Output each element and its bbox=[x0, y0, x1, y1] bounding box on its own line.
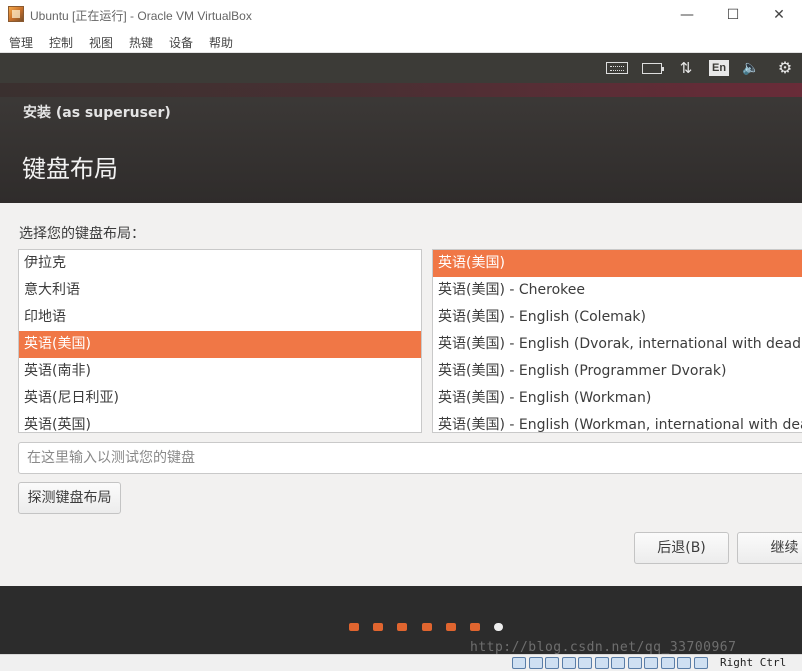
vbox-menubar: 管理 控制 视图 热键 设备 帮助 bbox=[0, 30, 802, 53]
detect-layout-button[interactable]: 探测键盘布局 bbox=[18, 482, 121, 514]
gear-icon[interactable]: ⚙ bbox=[774, 53, 796, 83]
list-item[interactable]: 英语(美国) - English (Colemak) bbox=[433, 304, 802, 331]
window-title: Ubuntu [正在运行] - Oracle VM VirtualBox bbox=[30, 9, 252, 23]
list-item[interactable]: 英语(美国) - English (Dvorak, international … bbox=[433, 331, 802, 358]
window-titlebar: Ubuntu [正在运行] - Oracle VM VirtualBox — ☐… bbox=[0, 0, 802, 30]
layout-prompt: 选择您的键盘布局： bbox=[19, 226, 145, 242]
status-device-icon[interactable] bbox=[677, 657, 691, 669]
layout-language-list[interactable]: 伊拉克 意大利语 印地语 英语(美国) 英语(南非) 英语(尼日利亚) 英语(英… bbox=[18, 249, 422, 433]
status-device-icon[interactable] bbox=[611, 657, 625, 669]
progress-dot bbox=[494, 623, 504, 631]
network-icon[interactable]: ⇅ bbox=[676, 53, 696, 83]
list-item[interactable]: 英语(美国) - English (Workman) bbox=[433, 385, 802, 412]
list-item[interactable]: 英语(美国) - Cherokee bbox=[433, 277, 802, 304]
host-key-label: Right Ctrl bbox=[720, 656, 787, 669]
installer-subtitle: 安装 (as superuser) bbox=[23, 105, 171, 121]
battery-icon[interactable] bbox=[640, 53, 664, 83]
installer-header: 安装 (as superuser) 键盘布局 bbox=[0, 83, 802, 203]
list-item[interactable]: 伊拉克 bbox=[19, 250, 421, 277]
progress-dot bbox=[421, 623, 432, 631]
vbox-statusbar: Right Ctrl bbox=[0, 654, 802, 671]
language-indicator[interactable]: En bbox=[709, 53, 730, 83]
progress-dot bbox=[445, 623, 456, 631]
progress-dot bbox=[349, 623, 359, 631]
list-item[interactable]: 英语(美国) - English (Programmer Dvorak) bbox=[433, 358, 802, 385]
list-item[interactable]: 英语(美国) bbox=[19, 331, 421, 358]
status-device-icon[interactable] bbox=[594, 657, 609, 669]
virtualbox-app-icon bbox=[8, 6, 24, 22]
list-item[interactable]: 英语(英国) bbox=[19, 412, 421, 432]
list-item[interactable]: 英语(美国) - English (Workman, international… bbox=[433, 412, 802, 432]
layout-variant-list[interactable]: 英语(美国) 英语(美国) - Cherokee 英语(美国) - Englis… bbox=[432, 249, 802, 433]
menu-view[interactable]: 视图 bbox=[89, 34, 113, 51]
status-device-icon[interactable] bbox=[627, 657, 642, 669]
maximize-button[interactable]: ☐ bbox=[710, 0, 756, 30]
page-title: 键盘布局 bbox=[22, 155, 118, 183]
status-device-icon[interactable] bbox=[528, 657, 543, 669]
status-device-icon[interactable] bbox=[561, 657, 576, 669]
progress-dot bbox=[373, 623, 384, 631]
status-device-icon[interactable] bbox=[578, 657, 592, 669]
menu-hotkey[interactable]: 热键 bbox=[129, 34, 153, 51]
close-button[interactable]: ✕ bbox=[756, 0, 802, 30]
minimize-button[interactable]: — bbox=[664, 0, 710, 30]
header-accent bbox=[0, 83, 802, 97]
keyboard-icon[interactable] bbox=[604, 53, 630, 83]
status-device-icon[interactable] bbox=[545, 657, 559, 669]
list-item[interactable]: 意大利语 bbox=[19, 277, 421, 304]
progress-dot bbox=[470, 623, 480, 631]
ubuntu-top-panel: ⇅ En 🔈 ⚙ bbox=[0, 53, 802, 83]
menu-machine[interactable]: 管理 bbox=[9, 34, 33, 51]
menu-control[interactable]: 控制 bbox=[49, 34, 73, 51]
list-item[interactable]: 英语(尼日利亚) bbox=[19, 385, 421, 412]
list-item[interactable]: 印地语 bbox=[19, 304, 421, 331]
status-device-icon[interactable] bbox=[512, 657, 526, 669]
volume-icon[interactable]: 🔈 bbox=[740, 53, 762, 83]
list-item[interactable]: 英语(南非) bbox=[19, 358, 421, 385]
language-label: En bbox=[709, 60, 730, 76]
status-device-icon[interactable] bbox=[693, 657, 708, 669]
keyboard-test-input[interactable] bbox=[18, 442, 802, 474]
list-item[interactable]: 英语(美国) bbox=[433, 250, 802, 277]
progress-dot bbox=[397, 623, 408, 631]
continue-button[interactable]: 继续 bbox=[737, 532, 802, 564]
watermark: http://blog.csdn.net/qq_33700967 bbox=[470, 640, 737, 655]
installer-content: 选择您的键盘布局： 伊拉克 意大利语 印地语 英语(美国) 英语(南非) 英语(… bbox=[0, 203, 802, 586]
status-device-icon[interactable] bbox=[644, 657, 658, 669]
status-device-icon[interactable] bbox=[660, 657, 675, 669]
installer-footer: http://blog.csdn.net/qq_33700967 bbox=[0, 586, 802, 655]
menu-help[interactable]: 帮助 bbox=[209, 34, 233, 51]
back-button[interactable]: 后退(B) bbox=[634, 532, 729, 564]
menu-devices[interactable]: 设备 bbox=[169, 34, 193, 51]
